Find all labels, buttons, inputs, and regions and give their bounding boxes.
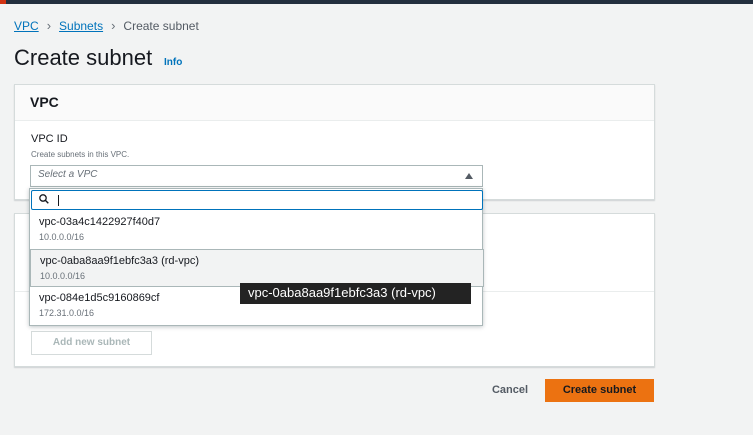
breadcrumb: VPC › Subnets › Create subnet xyxy=(14,18,199,33)
vpc-option-cidr: 10.0.0.0/16 xyxy=(39,232,85,242)
vpc-id-label: VPC ID xyxy=(31,133,68,145)
search-icon xyxy=(39,194,49,204)
create-subnet-button[interactable]: Create subnet xyxy=(545,379,654,402)
vpc-select[interactable]: Select a VPC xyxy=(30,165,483,187)
breadcrumb-current: Create subnet xyxy=(123,18,199,33)
breadcrumb-vpc-link[interactable]: VPC xyxy=(14,19,39,33)
vpc-option-id: vpc-0aba8aa9f1ebfc3a3 (rd-vpc) xyxy=(40,255,199,267)
vpc-option-id: vpc-03a4c1422927f40d7 xyxy=(39,216,161,228)
chevron-right-icon: › xyxy=(46,18,52,33)
vpc-option-cidr: 172.31.0.0/16 xyxy=(39,308,95,318)
vpc-panel: VPC VPC ID Create subnets in this VPC. S… xyxy=(14,84,655,200)
vpc-dropdown-list: vpc-03a4c1422927f40d7 10.0.0.0/16 vpc-0a… xyxy=(29,188,484,326)
chevron-right-icon: › xyxy=(111,18,116,33)
text-cursor xyxy=(58,195,59,206)
vpc-panel-header: VPC xyxy=(15,85,654,121)
add-new-subnet-button[interactable]: Add new subnet xyxy=(31,331,152,355)
vpc-option-cidr: 10.0.0.0/16 xyxy=(40,271,86,281)
aws-logo-fragment xyxy=(0,0,6,4)
vpc-id-description: Create subnets in this VPC. xyxy=(31,150,130,159)
option-tooltip: vpc-0aba8aa9f1ebfc3a3 (rd-vpc) xyxy=(240,283,471,304)
vpc-filter-input[interactable] xyxy=(31,190,483,210)
vpc-option-highlighted[interactable]: vpc-0aba8aa9f1ebfc3a3 (rd-vpc) 10.0.0.0/… xyxy=(30,249,484,287)
page-title: Create subnet xyxy=(14,45,153,70)
caret-up-icon xyxy=(465,173,473,179)
info-link[interactable]: Info xyxy=(164,57,182,68)
cancel-button[interactable]: Cancel xyxy=(484,379,536,401)
top-navigation-bar xyxy=(0,0,753,4)
vpc-select-placeholder: Select a VPC xyxy=(38,169,98,180)
breadcrumb-subnets-link[interactable]: Subnets xyxy=(59,19,103,33)
vpc-option[interactable]: vpc-03a4c1422927f40d7 10.0.0.0/16 xyxy=(30,211,484,249)
